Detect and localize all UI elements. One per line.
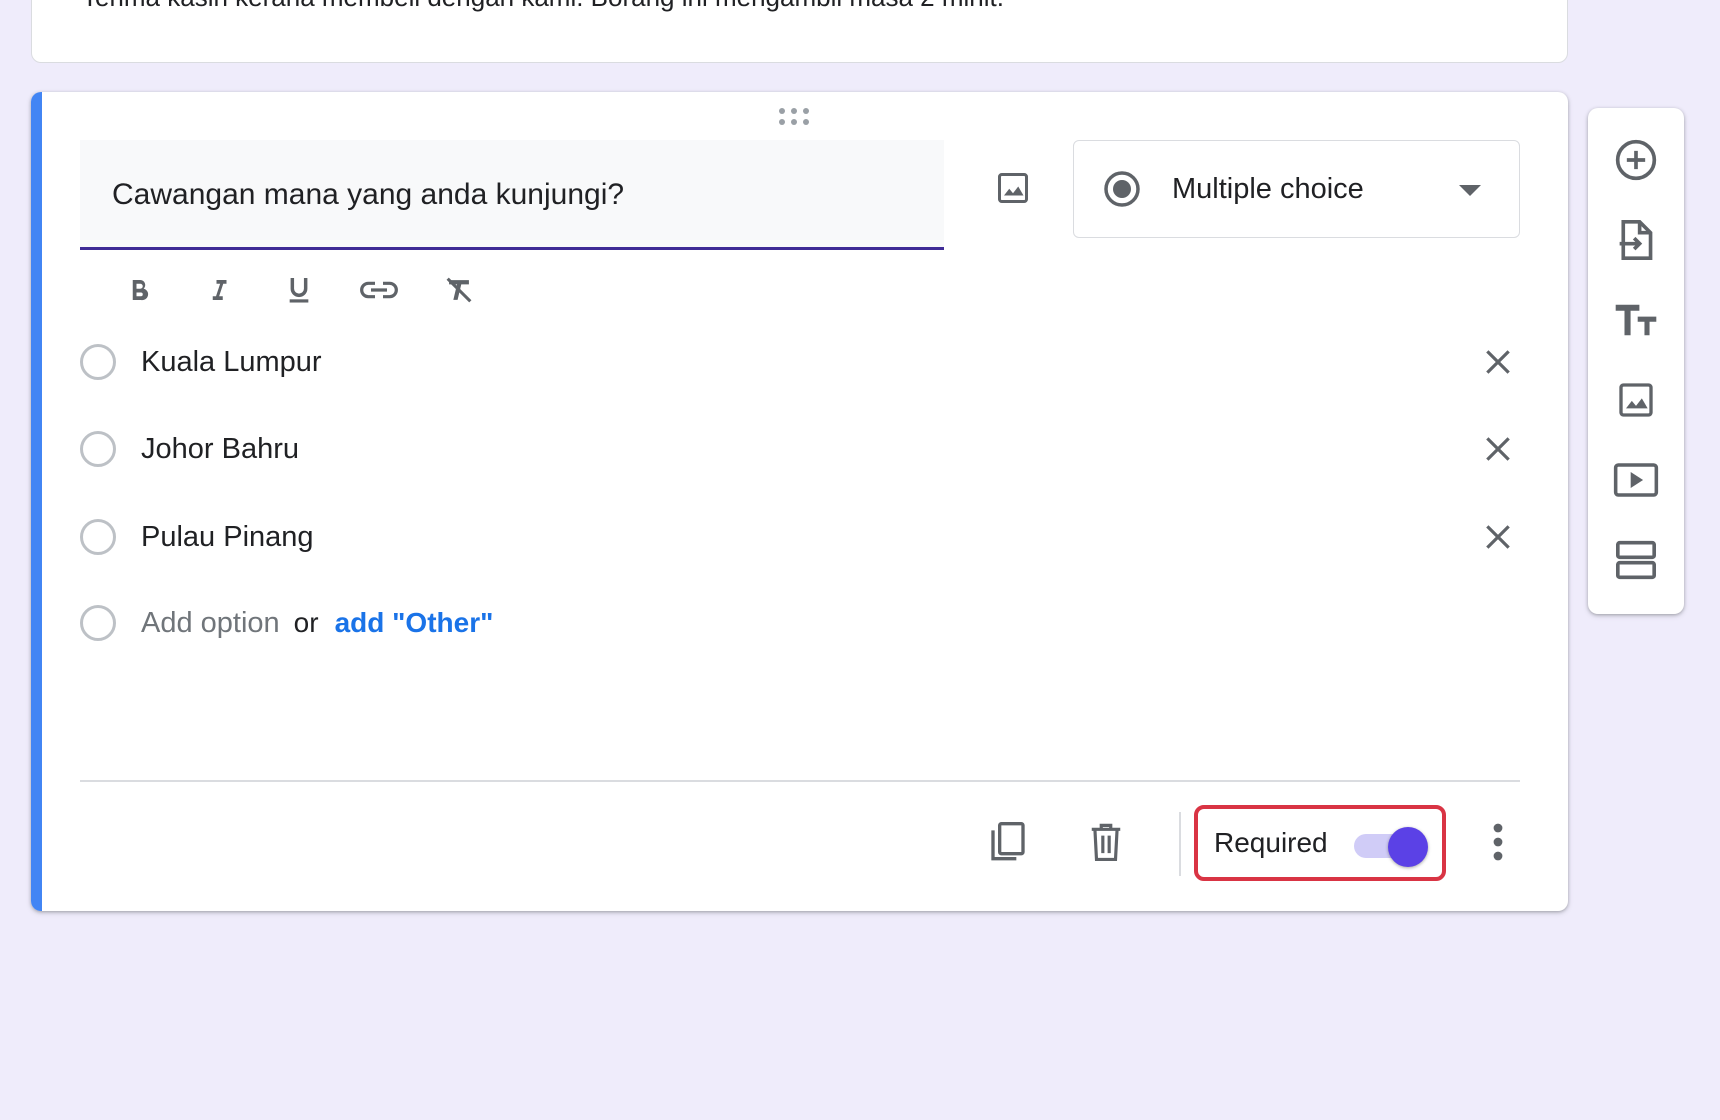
- or-label: or: [293, 607, 319, 638]
- close-icon: [1486, 350, 1510, 374]
- clear-formatting-button[interactable]: [419, 260, 499, 320]
- option-row: Pulau Pinang: [80, 507, 1520, 567]
- chevron-down-icon: [1459, 185, 1481, 196]
- add-question-button[interactable]: [1608, 132, 1664, 188]
- formatting-toolbar: [99, 260, 499, 320]
- add-option-row: Add option or add "Other": [80, 593, 1520, 653]
- remove-option-button[interactable]: [1476, 427, 1520, 471]
- add-other-link[interactable]: add "Other": [335, 607, 494, 639]
- required-toggle-group: Required: [1194, 805, 1446, 881]
- close-icon: [1486, 525, 1510, 549]
- insert-link-button[interactable]: [339, 260, 419, 320]
- option-text[interactable]: Pulau Pinang: [141, 521, 314, 554]
- add-image-toolbar-button[interactable]: [1608, 372, 1664, 428]
- link-icon: [360, 281, 398, 299]
- add-section-icon: [1616, 540, 1656, 580]
- import-questions-button[interactable]: [1608, 212, 1664, 268]
- option-radio: [80, 431, 116, 467]
- floating-toolbar: [1588, 108, 1684, 614]
- italic-button[interactable]: [179, 260, 259, 320]
- add-option-input[interactable]: Add option: [141, 607, 280, 640]
- remove-option-button[interactable]: [1476, 340, 1520, 384]
- remove-option-button[interactable]: [1476, 515, 1520, 559]
- add-title-icon: [1615, 304, 1657, 336]
- add-image-button[interactable]: [987, 162, 1039, 214]
- add-video-button[interactable]: [1608, 452, 1664, 508]
- option-text[interactable]: Kuala Lumpur: [141, 346, 322, 379]
- close-icon: [1486, 437, 1510, 461]
- add-title-button[interactable]: [1608, 292, 1664, 348]
- import-questions-icon: [1619, 220, 1653, 260]
- question-title-field[interactable]: Cawangan mana yang anda kunjungi?: [80, 140, 944, 250]
- question-type-label: Multiple choice: [1172, 172, 1364, 205]
- option-row: Kuala Lumpur: [80, 332, 1520, 392]
- required-toggle[interactable]: [1354, 827, 1430, 867]
- option-row: Johor Bahru: [80, 419, 1520, 479]
- question-card[interactable]: Cawangan mana yang anda kunjungi? Multip…: [31, 92, 1568, 911]
- question-title-text[interactable]: Cawangan mana yang anda kunjungi?: [112, 178, 624, 212]
- italic-icon: [212, 280, 227, 300]
- form-description[interactable]: Terima kasih kerana membeli dengan kami.…: [82, 0, 1004, 13]
- toggle-thumb: [1388, 827, 1428, 867]
- required-label: Required: [1214, 827, 1328, 858]
- option-radio: [80, 605, 116, 641]
- add-question-icon: [1615, 139, 1657, 181]
- footer-divider: [80, 780, 1520, 782]
- bold-button[interactable]: [99, 260, 179, 320]
- more-options-button[interactable]: [1478, 814, 1518, 870]
- clear-format-icon: [446, 277, 472, 303]
- underline-button[interactable]: [259, 260, 339, 320]
- option-text[interactable]: Johor Bahru: [141, 433, 299, 466]
- image-icon: [998, 173, 1028, 203]
- add-video-icon: [1613, 463, 1659, 497]
- delete-button[interactable]: [1078, 814, 1134, 870]
- question-type-dropdown[interactable]: Multiple choice: [1073, 140, 1520, 238]
- add-section-button[interactable]: [1608, 532, 1664, 588]
- radio-button-icon: [1104, 171, 1140, 207]
- add-image-icon: [1619, 383, 1653, 417]
- bold-icon: [132, 280, 149, 301]
- trash-icon: [1091, 823, 1121, 861]
- active-card-indicator: [31, 92, 42, 911]
- drag-handle-icon[interactable]: [776, 106, 812, 126]
- form-description-card[interactable]: Terima kasih kerana membeli dengan kami.…: [31, 0, 1568, 63]
- footer-separator: [1179, 812, 1181, 876]
- option-radio: [80, 519, 116, 555]
- more-vert-icon: [1493, 823, 1503, 861]
- underline-icon: [289, 278, 309, 303]
- option-radio: [80, 344, 116, 380]
- duplicate-button[interactable]: [980, 814, 1036, 870]
- copy-icon: [991, 822, 1025, 861]
